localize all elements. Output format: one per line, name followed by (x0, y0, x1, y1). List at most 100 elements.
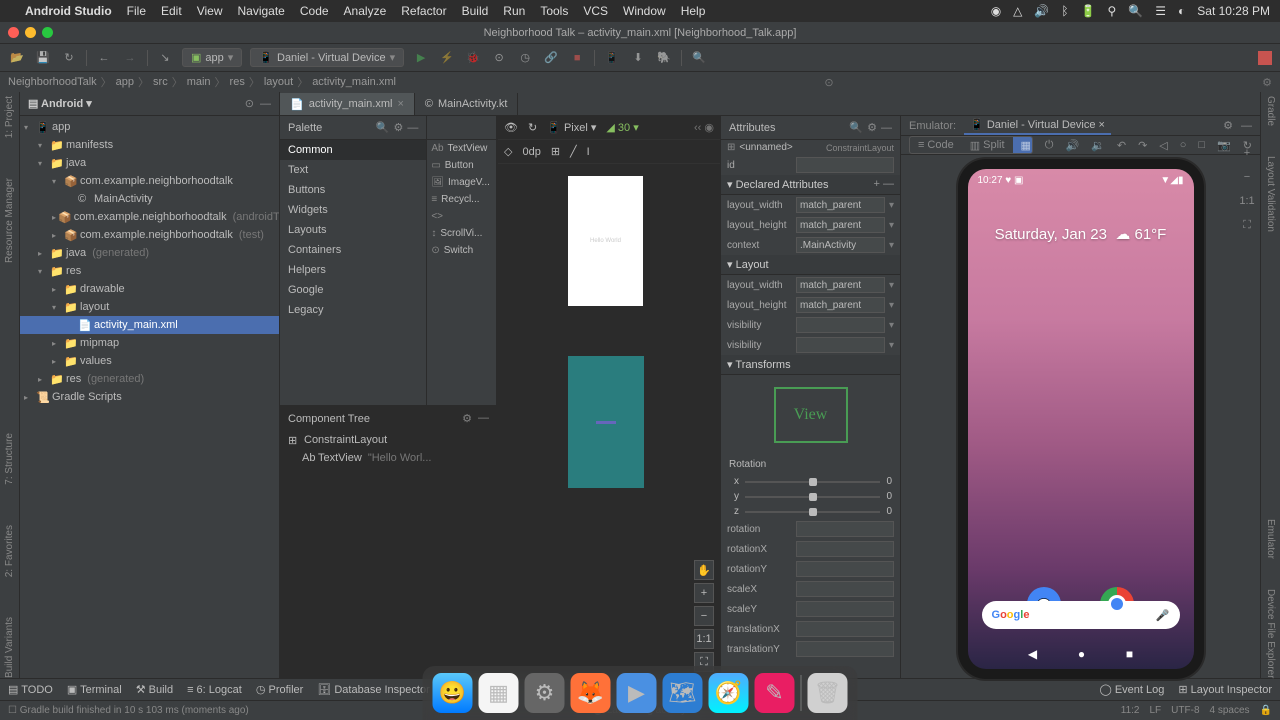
emu-home-icon[interactable]: ○ (1180, 139, 1187, 151)
design-surface[interactable]: 👁 ↻ 📱 Pixel ▾ ◢ 30 ▾ ‹‹ ◉ ◇ 0dp ⊞ ╱ I He… (498, 116, 720, 678)
layout-section[interactable]: ▾ Layout (721, 255, 900, 275)
safari-icon[interactable]: 🧭 (709, 673, 749, 713)
palette-item[interactable]: <> (427, 208, 496, 225)
menu-run[interactable]: Run (503, 4, 525, 18)
battery-icon[interactable]: 🔋 (1081, 4, 1096, 18)
stop-icon[interactable]: ■ (568, 49, 586, 67)
forward-icon[interactable]: → (121, 49, 139, 67)
ct-hide-icon[interactable]: — (478, 412, 489, 425)
emu-volume-down-icon[interactable]: 🔉 (1091, 139, 1105, 152)
palette-category[interactable]: Layouts (280, 220, 426, 240)
tool-favorites[interactable]: 2: Favorites (4, 525, 15, 577)
emulator-tab[interactable]: 📱 Daniel - Virtual Device × (964, 116, 1111, 135)
emu-rotate-left-icon[interactable]: ↶ (1117, 139, 1126, 152)
emu-volume-up-icon[interactable]: 🔊 (1065, 139, 1079, 152)
google-search-bar[interactable]: Google 🎤 (982, 601, 1180, 629)
breadcrumb-item[interactable]: main (187, 76, 211, 88)
tree-row[interactable]: ▾📁layout (20, 298, 279, 316)
rotation-slider[interactable] (745, 511, 880, 513)
margin-icon[interactable]: ⊞ (551, 145, 560, 158)
run-config-dropdown[interactable]: ▣app▾ (182, 48, 242, 67)
menu-refactor[interactable]: Refactor (401, 4, 446, 18)
wifi-icon[interactable]: ⚲ (1108, 4, 1117, 18)
apply-changes-icon[interactable]: ⚡ (438, 49, 456, 67)
attr-input[interactable] (796, 277, 885, 293)
emu-settings-icon[interactable]: ⚙ (1223, 119, 1233, 132)
tool-event-log[interactable]: ◯ Event Log (1099, 683, 1164, 696)
coverage-icon[interactable]: ⊙ (490, 49, 508, 67)
rotation-slider[interactable] (745, 496, 880, 498)
attr-input[interactable] (796, 621, 894, 637)
palette-category[interactable]: Buttons (280, 180, 426, 200)
rotation-slider[interactable] (745, 481, 880, 483)
ct-settings-icon[interactable]: ⚙ (462, 412, 472, 425)
blueprint-preview[interactable] (568, 356, 644, 488)
guideline-icon[interactable]: ╱ (570, 145, 577, 158)
attr-input[interactable] (796, 197, 885, 213)
profile-icon[interactable]: ◷ (516, 49, 534, 67)
open-icon[interactable]: 📂 (8, 49, 26, 67)
design-mode-button[interactable]: ▦Design (1013, 137, 1033, 153)
menu-analyze[interactable]: Analyze (344, 4, 387, 18)
palette-item[interactable]: ↕ScrollVi... (427, 225, 496, 242)
split-mode-button[interactable]: ▥Split (962, 137, 1013, 153)
tree-row[interactable]: ▸📜Gradle Scripts (20, 388, 279, 406)
palette-item[interactable]: ⊙Switch (427, 242, 496, 259)
attr-input[interactable] (796, 317, 885, 333)
indent[interactable]: 4 spaces (1210, 705, 1250, 716)
attr-input[interactable] (796, 237, 885, 253)
tool-device-explorer[interactable]: Device File Explorer (1265, 589, 1276, 678)
menu-edit[interactable]: Edit (161, 4, 182, 18)
tool-structure[interactable]: 7: Structure (4, 433, 15, 485)
tree-row[interactable]: 📄activity_main.xml (20, 316, 279, 334)
breadcrumb-item[interactable]: res (230, 76, 245, 88)
menu-view[interactable]: View (197, 4, 223, 18)
device-dropdown[interactable]: 📱Daniel - Virtual Device▾ (250, 48, 404, 67)
nav-recent-icon[interactable]: ■ (1126, 647, 1133, 661)
api-select[interactable]: ◢ 30 ▾ (606, 121, 638, 134)
status-icon[interactable]: ◉ (991, 4, 1001, 18)
menu-navigate[interactable]: Navigate (237, 4, 284, 18)
view-options-icon[interactable]: 👁 (504, 121, 518, 134)
emu-screenshot-icon[interactable]: 📷 (1217, 139, 1231, 152)
menu-help[interactable]: Help (681, 4, 706, 18)
breadcrumb-item[interactable]: app (116, 76, 134, 88)
emu-hide-icon[interactable]: — (1241, 120, 1252, 132)
firefox-icon[interactable]: 🦊 (571, 673, 611, 713)
transforms-section[interactable]: ▾ Transforms (721, 355, 900, 375)
palette-item[interactable]: ▭Button (427, 157, 496, 174)
debug-icon[interactable]: 🐞 (464, 49, 482, 67)
tool-todo[interactable]: ▤ TODO (8, 683, 53, 696)
navbar-icon[interactable]: ⊙ (824, 76, 833, 89)
emu-overview-icon[interactable]: □ (1198, 139, 1205, 151)
tool-logcat[interactable]: ≡ 6: Logcat (187, 684, 242, 696)
zoom-out-button[interactable]: − (694, 606, 714, 626)
collapse-icon[interactable]: — (260, 98, 271, 110)
palette-settings-icon[interactable]: ⚙ (393, 121, 403, 134)
attr-input[interactable] (796, 641, 894, 657)
notification-icon[interactable] (1258, 51, 1272, 65)
run-button[interactable]: ▶ (412, 49, 430, 67)
emu-zoom-fit-icon[interactable]: 1:1 (1238, 192, 1256, 210)
tool-terminal[interactable]: ▣ Terminal (67, 683, 122, 696)
bluetooth-icon[interactable]: ᛒ (1061, 4, 1068, 18)
nav-back-icon[interactable]: ◀ (1028, 647, 1037, 661)
palette-category[interactable]: Helpers (280, 260, 426, 280)
id-input[interactable] (796, 157, 894, 173)
palette-category[interactable]: Containers (280, 240, 426, 260)
tree-row[interactable]: ▸📁mipmap (20, 334, 279, 352)
palette-category[interactable]: Text (280, 160, 426, 180)
hammer-icon[interactable]: ↘ (156, 49, 174, 67)
component-tree-row[interactable]: ⊞ConstraintLayout (280, 431, 497, 449)
attr-input[interactable] (796, 541, 894, 557)
pan-icon[interactable]: ✋ (694, 560, 714, 580)
tree-row[interactable]: ▸📦com.example.neighborhoodtalk(test) (20, 226, 279, 244)
tree-row[interactable]: ▸📁values (20, 352, 279, 370)
palette-category[interactable]: Common (280, 140, 426, 160)
tree-row[interactable]: ▾📦com.example.neighborhoodtalk (20, 172, 279, 190)
sync-gradle-icon[interactable]: 🐘 (655, 49, 673, 67)
attr-input[interactable] (796, 601, 894, 617)
tool-project[interactable]: 1: Project (4, 96, 15, 138)
palette-item[interactable]: AbTextView (427, 140, 496, 157)
emu-zoom-out-icon[interactable]: − (1238, 168, 1256, 186)
